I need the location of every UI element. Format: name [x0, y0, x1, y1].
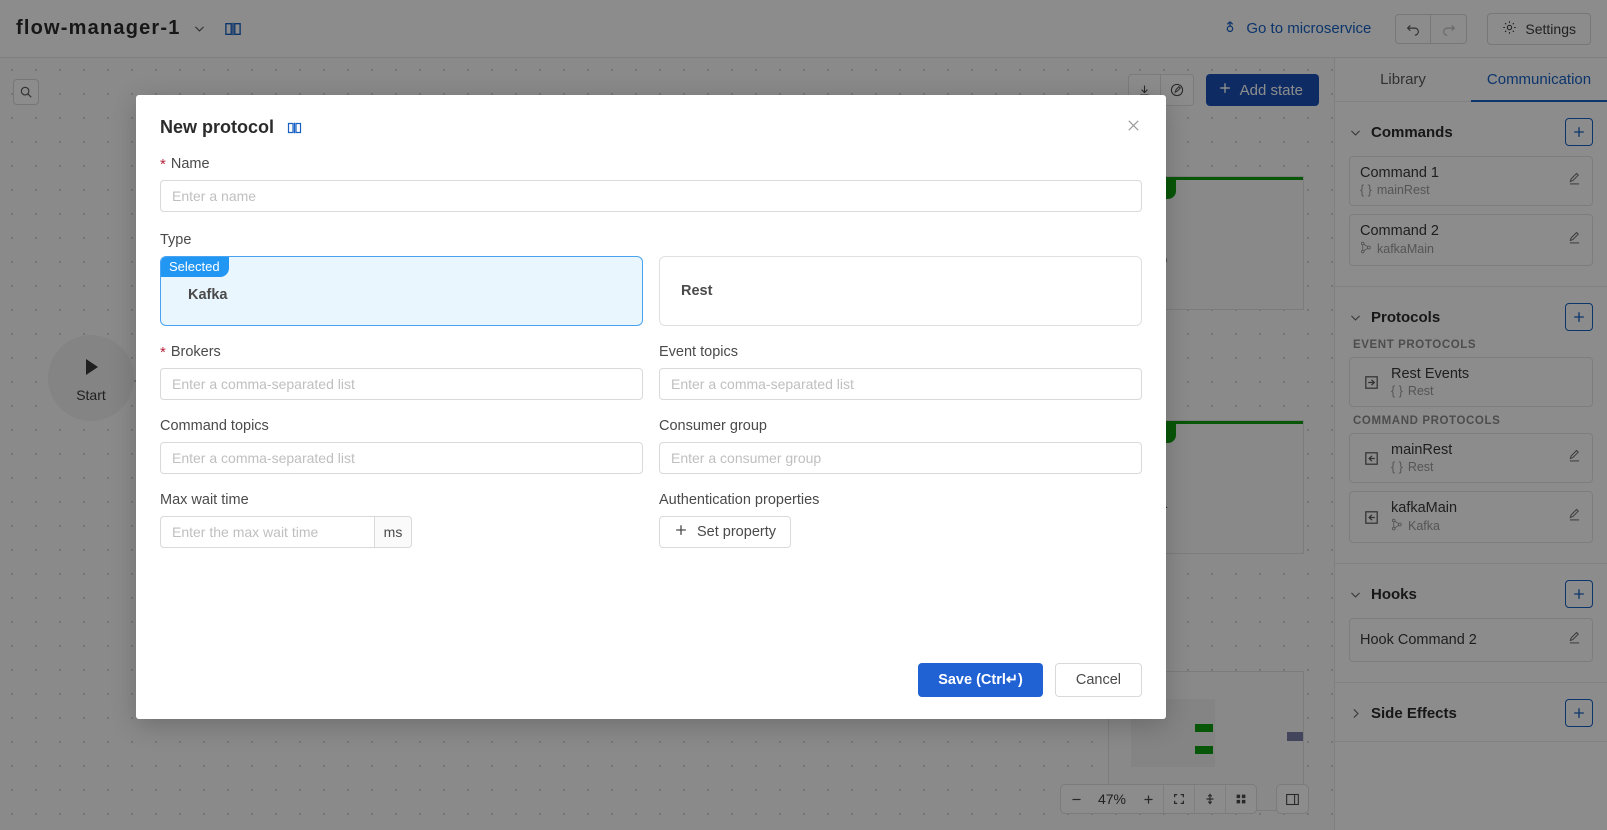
brokers-label: * Brokers — [160, 344, 643, 360]
event-topics-label: Event topics — [659, 344, 1142, 360]
type-label: Type — [160, 232, 1142, 248]
dialog-title: New protocol — [160, 117, 274, 137]
command-topics-label: Command topics — [160, 418, 643, 434]
field-row: Command topics Consumer group — [160, 418, 1142, 474]
brokers-input[interactable] — [160, 368, 643, 400]
event-topics-input[interactable] — [659, 368, 1142, 400]
book-icon[interactable] — [287, 121, 302, 135]
command-topics-field: Command topics — [160, 418, 643, 474]
type-option-kafka-label: Kafka — [161, 287, 228, 303]
required-marker: * — [160, 345, 166, 360]
cancel-button[interactable]: Cancel — [1055, 663, 1142, 697]
close-icon[interactable] — [1125, 117, 1142, 137]
name-label: * Name — [160, 156, 1142, 172]
command-topics-label-text: Command topics — [160, 418, 269, 434]
max-wait-time-unit: ms — [375, 516, 412, 548]
dialog-footer: Save (Ctrl↵) Cancel — [918, 663, 1142, 697]
max-wait-time-label: Max wait time — [160, 492, 643, 508]
required-marker: * — [160, 157, 166, 172]
consumer-group-label-text: Consumer group — [659, 418, 767, 434]
event-topics-field: Event topics — [659, 344, 1142, 400]
type-option-kafka[interactable]: Selected Kafka — [160, 256, 643, 326]
auth-properties-label: Authentication properties — [659, 492, 1142, 508]
set-property-button[interactable]: Set property — [659, 516, 791, 548]
name-label-text: Name — [171, 156, 210, 172]
type-label-text: Type — [160, 232, 191, 248]
consumer-group-field: Consumer group — [659, 418, 1142, 474]
brokers-field: * Brokers — [160, 344, 643, 400]
max-wait-time-group: ms — [160, 516, 412, 548]
selected-badge: Selected — [160, 256, 229, 277]
dialog-header: New protocol — [136, 95, 1166, 138]
command-topics-input[interactable] — [160, 442, 643, 474]
app-root: flow-manager-1 Go to microservice — [0, 0, 1607, 830]
consumer-group-input[interactable] — [659, 442, 1142, 474]
set-property-label: Set property — [697, 524, 776, 540]
dialog-body: * Name Type Selected Kafka Rest — [136, 138, 1166, 548]
type-option-rest[interactable]: Rest — [659, 256, 1142, 326]
brokers-label-text: Brokers — [171, 344, 221, 360]
plus-icon — [674, 523, 688, 541]
dialog-title-wrap: New protocol — [160, 117, 302, 138]
max-wait-time-label-text: Max wait time — [160, 492, 249, 508]
auth-properties-label-text: Authentication properties — [659, 492, 819, 508]
name-input[interactable] — [160, 180, 1142, 212]
field-row: * Brokers Event topics — [160, 344, 1142, 400]
type-option-group: Selected Kafka Rest — [160, 256, 1142, 326]
event-topics-label-text: Event topics — [659, 344, 738, 360]
consumer-group-label: Consumer group — [659, 418, 1142, 434]
field-row: Max wait time ms Authentication properti… — [160, 492, 1142, 548]
new-protocol-dialog: New protocol * Name Type Selec — [136, 95, 1166, 719]
max-wait-time-input[interactable] — [160, 516, 375, 548]
max-wait-time-field: Max wait time ms — [160, 492, 643, 548]
type-option-rest-label: Rest — [660, 283, 712, 299]
save-button[interactable]: Save (Ctrl↵) — [918, 663, 1043, 697]
auth-properties-field: Authentication properties Set property — [659, 492, 1142, 548]
